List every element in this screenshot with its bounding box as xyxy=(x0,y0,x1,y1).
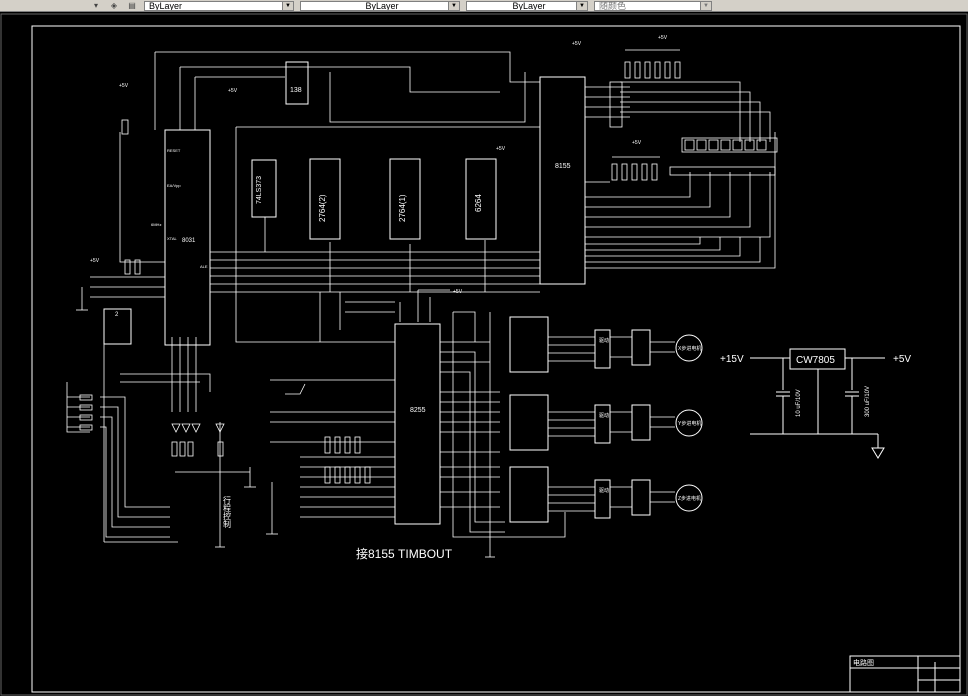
motor-x-label: X步进电机 xyxy=(678,345,701,352)
driver-chip-2[interactable] xyxy=(509,394,549,451)
lineweight-combo[interactable]: ByLayer ▼ xyxy=(466,0,588,11)
chip-8255[interactable] xyxy=(394,323,441,525)
connector-y xyxy=(631,404,651,441)
driver-box-y-label: 驱动 xyxy=(599,412,609,419)
driver-chip-1[interactable] xyxy=(509,316,549,373)
label-plus5v-b: +5V xyxy=(228,88,238,94)
label-plus5v-c: +5V xyxy=(572,41,582,47)
lineweight-combo-value: ByLayer xyxy=(512,0,546,11)
regulator-chip-label: CW7805 xyxy=(796,355,835,366)
properties-toolbar: ▾ ◈ ▤ ByLayer ▼ ByLayer ▼ ByLayer ▼ 随颜色 … xyxy=(0,0,968,12)
driver-box-z-label: 驱动 xyxy=(599,487,609,494)
driver-box-z[interactable] xyxy=(594,479,611,519)
chip-lower-left-label: 2 xyxy=(115,312,119,318)
label-plus5v-g: +5V xyxy=(90,258,100,264)
plotstyle-combo-value: 随颜色 xyxy=(599,0,627,11)
chevron-down-icon[interactable]: ▼ xyxy=(700,1,711,10)
chip-8155[interactable] xyxy=(539,76,586,285)
plotstyle-combo[interactable]: 随颜色 ▼ xyxy=(594,0,712,11)
chevron-down-icon[interactable]: ▼ xyxy=(576,1,587,10)
layer-combo-value: ByLayer xyxy=(149,0,183,11)
regulator-output-label: +5V xyxy=(893,354,911,365)
regulator-cap1-label: 10 uF/10V xyxy=(796,389,802,417)
driver-box-x[interactable] xyxy=(594,329,611,369)
linetype-combo-value: ByLayer xyxy=(365,0,399,11)
chevron-down-icon[interactable]: ▼ xyxy=(282,1,293,10)
circuit-wiring xyxy=(66,51,776,558)
label-xtal: XTAL xyxy=(167,236,177,241)
chip-8031-label: 8031 xyxy=(182,238,196,244)
label-ea: EA/Vpp xyxy=(167,183,181,188)
connector-x xyxy=(631,329,651,366)
motor-z-label: Z步进电机 xyxy=(678,495,701,502)
motor-y-label: Y步进电机 xyxy=(678,420,701,427)
label-plus5v-h: +5V xyxy=(453,289,463,295)
chip-8255-label: 8255 xyxy=(410,407,426,414)
label-timbout: 接8155 TIMBOUT xyxy=(356,546,453,561)
driver-chip-3[interactable] xyxy=(509,466,549,523)
chip-138[interactable] xyxy=(285,61,309,105)
chip-74ls373-label: 74LS373 xyxy=(256,176,263,204)
resistor-arrays xyxy=(79,49,681,484)
layer-combo[interactable]: ByLayer ▼ xyxy=(144,0,294,11)
chip-8155-label: 8155 xyxy=(555,163,571,170)
label-plus5v-a: +5V xyxy=(119,83,129,89)
label-ale: ALE xyxy=(200,264,208,269)
driver-box-y[interactable] xyxy=(594,404,611,444)
linetype-combo[interactable]: ByLayer ▼ xyxy=(300,0,460,11)
regulator-cap2-label: 300 uF/10V xyxy=(865,386,871,417)
label-plus5v-d: +5V xyxy=(658,35,668,41)
drawing-canvas[interactable]: 138 8031 74LS373 2764(2) 2764(1) 6264 81… xyxy=(0,12,968,696)
chevron-down-icon[interactable]: ▼ xyxy=(448,1,459,10)
label-plus5v-e: +5V xyxy=(632,140,642,146)
layer-stack-icon[interactable]: ▤ xyxy=(126,1,138,10)
driver-box-x-label: 驱动 xyxy=(599,337,609,344)
dropdown-arrow-icon[interactable]: ▾ xyxy=(90,1,102,10)
title-block-name: 电路图 xyxy=(853,658,874,667)
chip-2764-b-label: 2764(1) xyxy=(398,194,407,222)
label-6mhz: 6MHz xyxy=(151,222,161,227)
label-plus5v-f: +5V xyxy=(496,146,506,152)
label-reset: RESET xyxy=(167,148,181,153)
regulator-input-label: +15V xyxy=(720,354,744,365)
chip-6264-label: 6264 xyxy=(474,194,483,212)
chip-2764-a-label: 2764(2) xyxy=(318,194,327,222)
seven-segment-display xyxy=(669,137,778,176)
layer-state-icon[interactable]: ◈ xyxy=(108,1,120,10)
connector-z xyxy=(631,479,651,516)
label-limit-control: 行程控制 xyxy=(223,495,232,529)
chip-138-label: 138 xyxy=(290,87,302,94)
